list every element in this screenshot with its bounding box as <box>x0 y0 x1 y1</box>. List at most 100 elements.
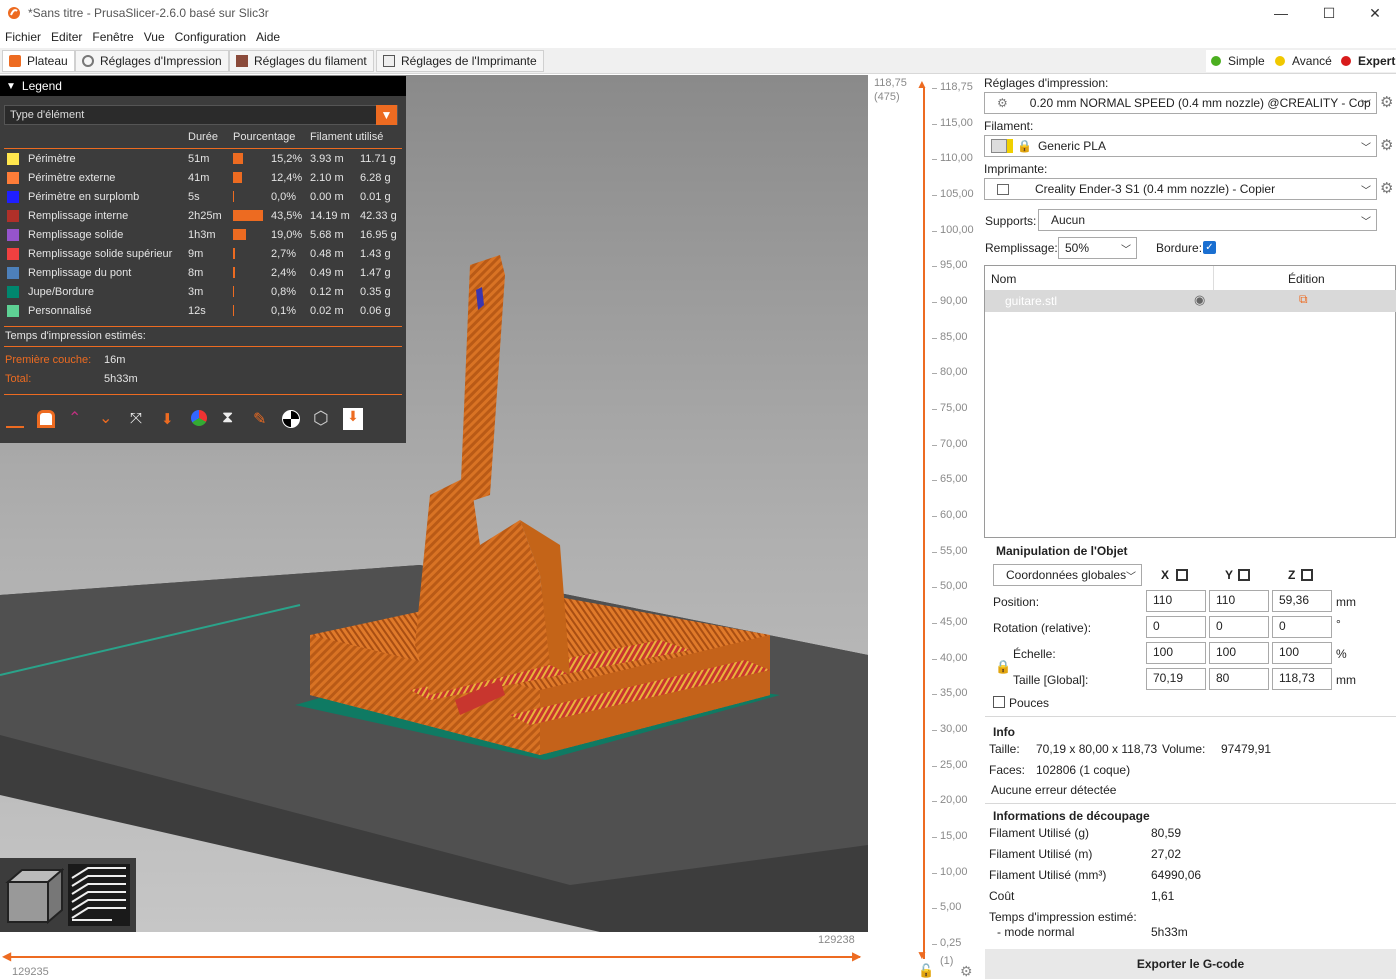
collapse-triangle-icon[interactable]: ▼ <box>6 81 16 92</box>
menu-vue[interactable]: Vue <box>139 30 170 44</box>
view-type-combo[interactable]: Type d'élément ▼ <box>4 105 398 125</box>
seams-icon[interactable]: ⤧ <box>130 410 142 427</box>
menu-fenetre[interactable]: Fenêtre <box>87 30 138 44</box>
size-y-input[interactable]: 80 <box>1209 668 1269 690</box>
center-of-gravity-icon[interactable] <box>282 410 300 428</box>
printer-settings-gear-icon[interactable]: ⚙ <box>1380 179 1393 197</box>
scale-lock-icon[interactable]: 🔒 <box>995 659 1011 675</box>
object-list[interactable]: Nom Édition guitare.stl ◉ ⧉ <box>984 265 1396 538</box>
coordinates-combo[interactable]: Coordonnées globales ﹀ <box>993 564 1142 586</box>
filament-profile-combo[interactable]: 🔒 Generic PLA ﹀ <box>984 135 1377 157</box>
info-title: Info <box>993 725 1015 739</box>
tab-filament-settings[interactable]: Réglages du filament <box>229 50 374 72</box>
position-y-input[interactable]: 110 <box>1209 590 1269 612</box>
settings-gear-icon[interactable]: ⚙ <box>960 963 973 980</box>
info-size-value: 70,19 x 80,00 x 118,73 <box>1036 742 1158 756</box>
color-changes-icon[interactable] <box>191 410 207 426</box>
info-volume-label: Volume: <box>1162 742 1206 756</box>
legend-row-weight: 1.43 g <box>360 248 391 260</box>
tab-print-settings[interactable]: Réglages d'Impression <box>75 50 229 72</box>
legend-row[interactable]: Remplissage solide supérieur 9m 2,7% 0.48 m… <box>0 245 406 264</box>
dropdown-arrow-icon[interactable]: ▼ <box>376 105 397 125</box>
legend-row[interactable]: Remplissage du pont 8m 2,4% 0.49 m 1.47 g <box>0 264 406 283</box>
drop-to-bed-y-icon[interactable] <box>1238 569 1250 581</box>
mode-simple-button[interactable]: Simple <box>1206 50 1270 72</box>
printer-profile-combo[interactable]: Creality Ender-3 S1 (0.4 mm nozzle) - Co… <box>984 178 1377 200</box>
slider-track[interactable] <box>8 956 860 958</box>
mode-expert-button[interactable]: Expert <box>1336 50 1396 72</box>
layer-bottom-thumb-icon[interactable]: ▼ <box>916 948 928 962</box>
tab-plateau[interactable]: Plateau <box>2 50 75 72</box>
drop-to-bed-z-icon[interactable] <box>1301 569 1313 581</box>
filament-label: Filament: <box>984 119 1034 133</box>
legend-color-swatch <box>7 191 19 203</box>
ruler-tick-label: 20,00 <box>940 794 968 807</box>
filament-color-swatch[interactable] <box>991 139 1007 153</box>
slider-left-thumb-icon[interactable]: ◀ <box>2 949 11 963</box>
shells-icon[interactable]: ⬡ <box>313 408 329 429</box>
legend-row[interactable]: Remplissage interne 2h25m 43,5% 14.19 m 42.3… <box>0 207 406 226</box>
supports-combo[interactable]: Aucun ﹀ <box>1038 209 1377 231</box>
legend-row-name: Jupe/Bordure <box>28 286 95 298</box>
position-z-input[interactable]: 59,36 <box>1272 590 1332 612</box>
rotation-z-input[interactable]: 0 <box>1272 616 1332 638</box>
tool-marker-icon[interactable]: ⬇ <box>343 408 363 430</box>
close-button[interactable]: ✕ <box>1352 0 1396 26</box>
mode-avance-button[interactable]: Avancé <box>1270 50 1337 72</box>
legend-row[interactable]: Périmètre externe 41m 12,4% 2.10 m 6.28 g <box>0 169 406 188</box>
size-x-input[interactable]: 70,19 <box>1146 668 1206 690</box>
position-x-input[interactable]: 110 <box>1146 590 1206 612</box>
deretractions-icon[interactable]: ⌄ <box>99 408 112 428</box>
menu-aide[interactable]: Aide <box>251 30 285 44</box>
rotation-unit: ° <box>1336 617 1341 631</box>
layer-slider-track[interactable] <box>923 87 925 959</box>
scale-z-input[interactable]: 100 <box>1272 642 1332 664</box>
layer-slider[interactable]: 118,75 (475) ▲ ▼ 118,75 115,00 110,00 105,0… <box>870 75 980 979</box>
wipe-icon[interactable] <box>37 410 55 428</box>
legend-row[interactable]: Personnalisé 12s 0,1% 0.02 m 0.06 g <box>0 302 406 321</box>
object-row[interactable]: guitare.stl ◉ ⧉ <box>985 290 1396 312</box>
minimize-button[interactable]: — <box>1258 0 1304 26</box>
lock-icon[interactable]: 🔓 <box>918 963 934 979</box>
custom-gcodes-icon[interactable]: ✎ <box>253 409 266 429</box>
print-settings-gear-icon[interactable]: ⚙ <box>1380 93 1393 111</box>
legend-row[interactable]: Périmètre 51m 15,2% 3.93 m 11.71 g <box>0 150 406 169</box>
export-gcode-button[interactable]: Exporter le G-code <box>985 949 1396 979</box>
legend-row[interactable]: Périmètre en surplomb 5s 0,0% 0.00 m 0.01 g <box>0 188 406 207</box>
chevron-down-icon: ﹀ <box>1361 100 1371 111</box>
menu-fichier[interactable]: Fichier <box>0 30 46 44</box>
preview-layers-button[interactable] <box>68 864 130 926</box>
legend-header[interactable]: ▼ Legend <box>0 76 406 96</box>
legend-row-percent: 0,0% <box>271 191 297 203</box>
rotation-y-input[interactable]: 0 <box>1209 616 1269 638</box>
legend-row[interactable]: Remplissage solide 1h3m 19,0% 5.68 m 16.95 g <box>0 226 406 245</box>
eye-icon[interactable]: ◉ <box>1194 292 1205 308</box>
inches-checkbox[interactable] <box>993 696 1005 708</box>
rotation-x-input[interactable]: 0 <box>1146 616 1206 638</box>
brim-checkbox[interactable]: ✓ <box>1203 241 1216 254</box>
tab-printer-settings[interactable]: Réglages de l'Imprimante <box>376 50 544 72</box>
drop-to-bed-x-icon[interactable] <box>1176 569 1188 581</box>
travel-icon[interactable] <box>6 410 24 428</box>
pause-prints-icon[interactable]: ⧗ <box>222 409 233 427</box>
legend-row[interactable]: Jupe/Bordure 3m 0,8% 0.12 m 0.35 g <box>0 283 406 302</box>
scale-y-input[interactable]: 100 <box>1209 642 1269 664</box>
maximize-button[interactable]: ☐ <box>1306 0 1352 26</box>
filament-settings-gear-icon[interactable]: ⚙ <box>1380 136 1393 154</box>
size-z-input[interactable]: 118,73 <box>1272 668 1332 690</box>
edit-settings-icon[interactable]: ⧉ <box>1299 292 1308 307</box>
layer-top-thumb-icon[interactable]: ▲ <box>916 77 928 91</box>
scale-x-input[interactable]: 100 <box>1146 642 1206 664</box>
ruler-tick-label: 100,00 <box>940 223 974 236</box>
menu-editer[interactable]: Editer <box>46 30 87 44</box>
slider-right-thumb-icon[interactable]: ▶ <box>852 949 861 963</box>
ruler-tick-mark <box>932 944 937 945</box>
3d-view-cube-icon[interactable] <box>4 864 64 924</box>
print-profile-combo[interactable]: ⚙ 0.20 mm NORMAL SPEED (0.4 mm nozzle) @… <box>984 92 1377 114</box>
legend-color-swatch <box>7 305 19 317</box>
horizontal-move-slider[interactable]: 129238 ◀ ▶ 129235 <box>0 932 870 979</box>
menu-configuration[interactable]: Configuration <box>170 30 251 44</box>
tool-changes-icon[interactable]: ⬇ <box>161 410 174 428</box>
infill-combo[interactable]: 50% ﹀ <box>1058 237 1137 259</box>
retractions-icon[interactable]: ⌃ <box>68 408 81 428</box>
